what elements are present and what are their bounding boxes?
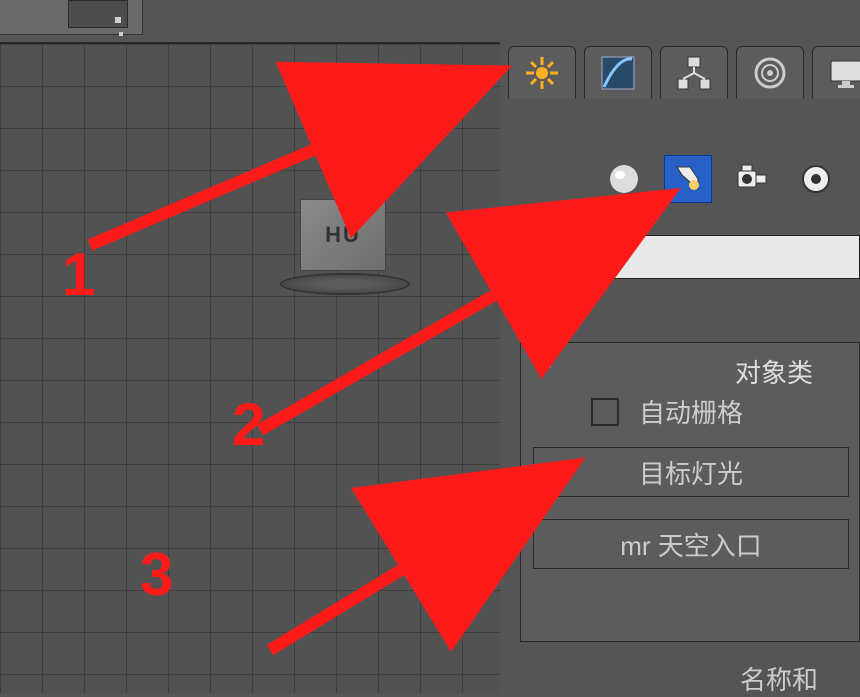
camera-icon: [734, 161, 770, 197]
cameras-category[interactable]: [728, 155, 776, 203]
object-cube: HU: [300, 199, 386, 271]
spinner-dot: [119, 32, 123, 36]
geometry-category[interactable]: [600, 155, 648, 203]
panel-button[interactable]: [68, 0, 128, 28]
monitor-icon: [826, 53, 860, 93]
star-icon: [522, 53, 562, 93]
object-type-panel: - 对象类 自动栅格 目标灯光 mr 天空入口: [520, 342, 860, 642]
mr-sky-portal-button[interactable]: mr 天空入口: [533, 519, 849, 569]
motion-tab[interactable]: [736, 46, 804, 98]
modify-tab[interactable]: [584, 46, 652, 98]
viewport-object[interactable]: HU: [290, 199, 400, 287]
object-base-disc: [280, 273, 410, 295]
curve-icon: [598, 53, 638, 93]
display-tab[interactable]: [812, 46, 860, 98]
create-tab[interactable]: [508, 46, 576, 98]
command-panel-tabs: [500, 46, 860, 98]
wheel-icon: [750, 53, 790, 93]
tape-icon: [798, 161, 834, 197]
autogrid-checkbox[interactable]: [591, 398, 619, 426]
sphere-icon: [606, 161, 642, 197]
type-dropdown[interactable]: 光度学: [520, 235, 860, 279]
helpers-category[interactable]: [792, 155, 840, 203]
spinner-dot: [115, 17, 121, 23]
spotlight-icon: [670, 161, 706, 197]
hierarchy-icon: [674, 53, 714, 93]
dropdown-value: 光度学: [533, 239, 611, 276]
panel-title: 对象类: [735, 353, 813, 390]
name-and-color-label: 名称和: [740, 660, 818, 697]
rollout-collapse-icon[interactable]: -: [545, 355, 552, 378]
top-panel-fragment: [0, 0, 143, 35]
viewport-grid: [0, 44, 500, 693]
viewport[interactable]: HU: [0, 42, 500, 693]
category-row: [600, 155, 840, 203]
hierarchy-tab[interactable]: [660, 46, 728, 98]
target-light-button[interactable]: 目标灯光: [533, 447, 849, 497]
lights-category[interactable]: [664, 155, 712, 203]
autogrid-label: 自动栅格: [639, 393, 743, 430]
autogrid-row: 自动栅格: [591, 393, 743, 430]
